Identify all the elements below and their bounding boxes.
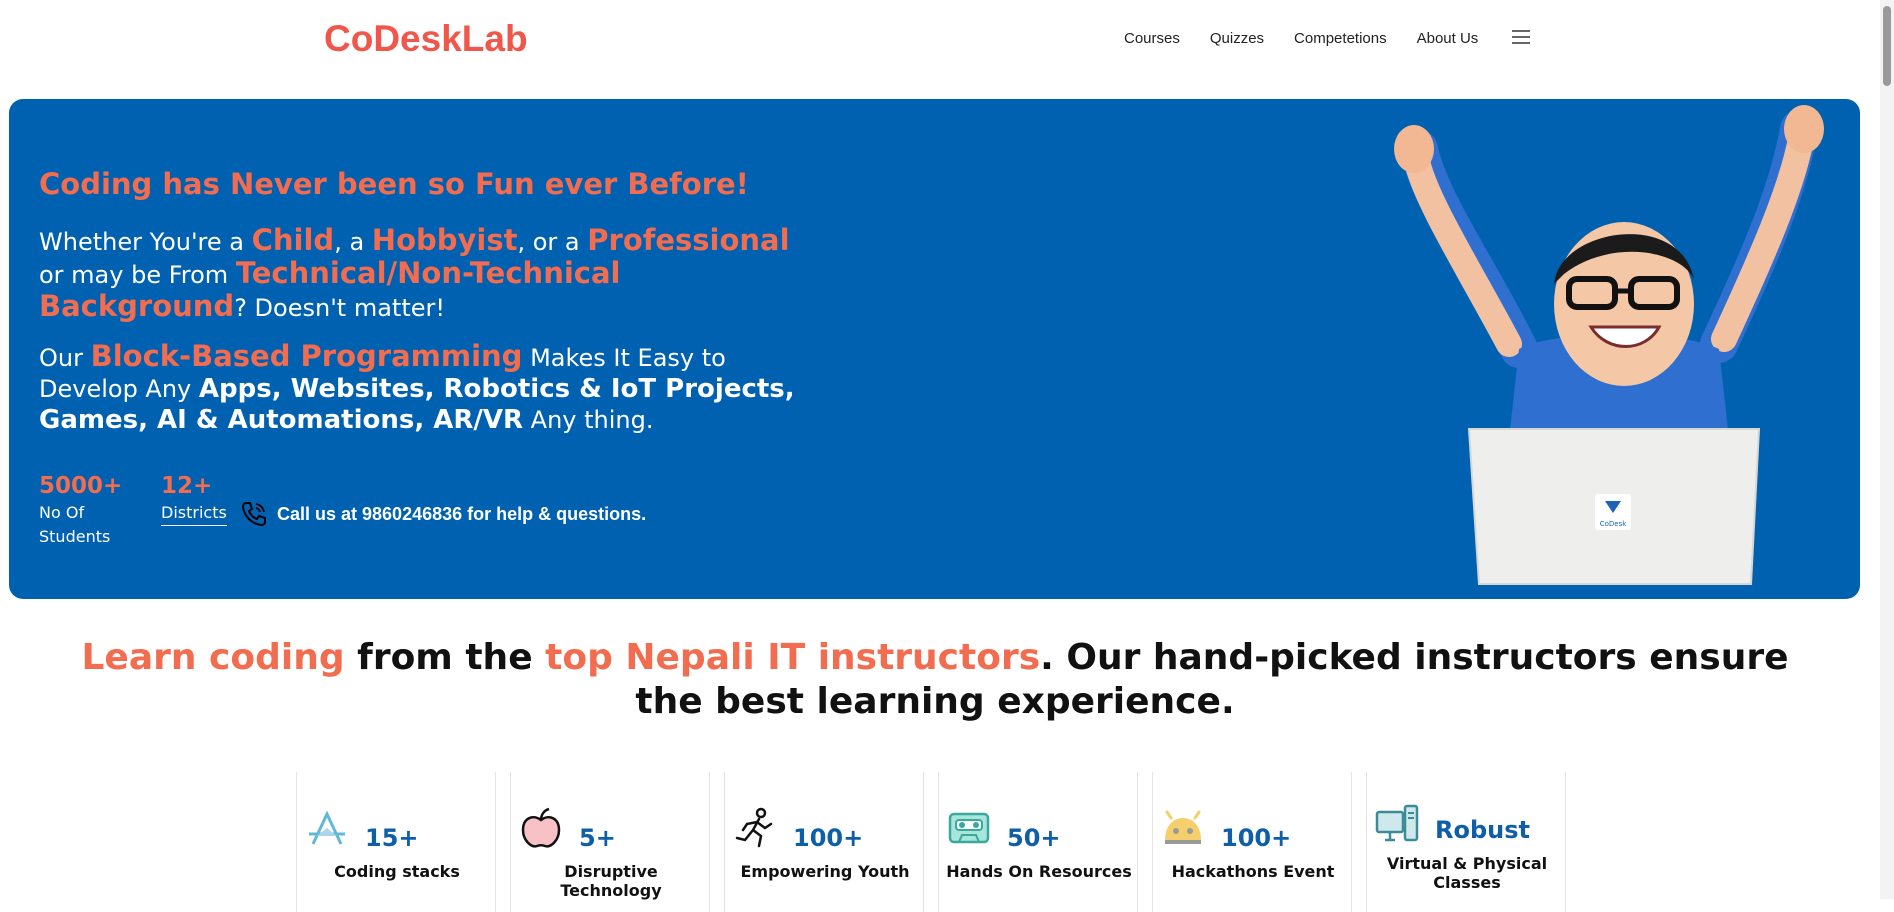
stat-districts: 12+ Districts: [161, 473, 227, 526]
laptop-logo: CoDesk: [1600, 520, 1628, 528]
stat-students: 5000+ No Of Students: [39, 473, 123, 546]
nav-competitions[interactable]: Competetions: [1294, 30, 1387, 47]
child-with-laptop-illustration: CoDesk: [1394, 105, 1824, 585]
feature-card-disruptive-tech: 5+ Disruptive Technology: [510, 772, 710, 912]
nav-courses[interactable]: Courses: [1124, 30, 1180, 47]
cassette-icon: [948, 812, 990, 844]
feature-cards: 15+ Coding stacks 5+ Disruptive Technolo…: [296, 772, 1580, 912]
menu-icon[interactable]: [1512, 29, 1531, 44]
hero-paragraph-audience: Whether You're a Child, a Hobbyist, or a…: [39, 223, 790, 323]
app-store-icon: [309, 810, 345, 845]
hero-title: Coding has Never been so Fun ever Before…: [39, 167, 749, 201]
desktop-icon: [1375, 804, 1419, 842]
runner-icon: [735, 807, 773, 848]
android-icon: [1165, 810, 1201, 844]
feature-card-classes: Robust Virtual & Physical Classes: [1366, 772, 1566, 912]
nav-quizzes[interactable]: Quizzes: [1210, 30, 1264, 47]
nav-about-us[interactable]: About Us: [1417, 30, 1479, 47]
scrollbar-thumb[interactable]: [1883, 6, 1891, 86]
site-header: CoDeskLab Courses Quizzes Competetions A…: [0, 0, 1880, 90]
site-logo[interactable]: CoDeskLab: [324, 18, 528, 60]
call-info[interactable]: Call us at 9860246836 for help & questio…: [239, 499, 646, 529]
hero-paragraph-block-programming: Our Block-Based Programming Makes It Eas…: [39, 339, 795, 436]
page-scrollbar[interactable]: [1880, 0, 1894, 899]
apple-icon: [521, 807, 561, 848]
feature-card-coding-stacks: 15+ Coding stacks: [296, 772, 496, 912]
feature-card-hackathons: 100+ Hackathons Event: [1152, 772, 1352, 912]
feature-card-empowering-youth: 100+ Empowering Youth: [724, 772, 924, 912]
main-nav: Courses Quizzes Competetions About Us: [1124, 29, 1531, 47]
tagline-heading: Learn coding from the top Nepali IT inst…: [81, 637, 1789, 722]
hero-banner: Coding has Never been so Fun ever Before…: [9, 99, 1860, 599]
feature-card-hands-on-resources: 50+ Hands On Resources: [938, 772, 1138, 912]
phone-icon: [241, 502, 266, 527]
